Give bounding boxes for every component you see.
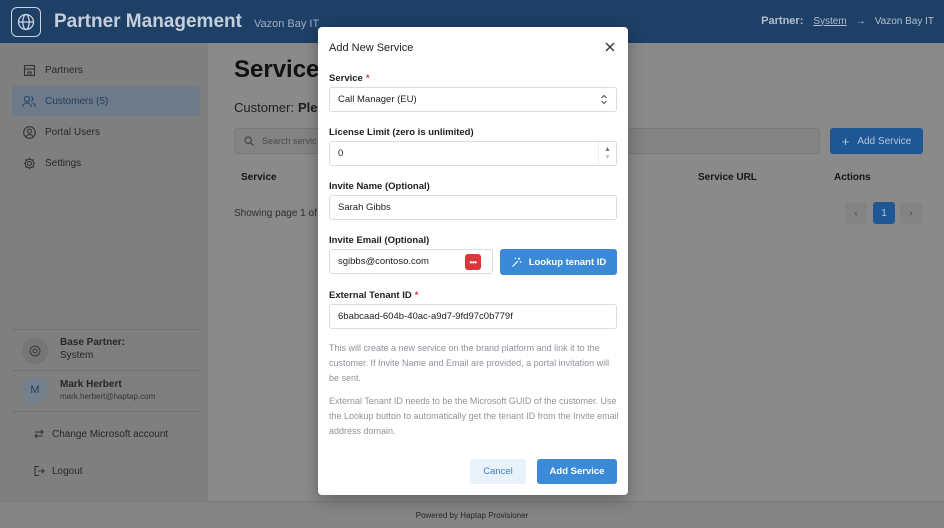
sidebar: Partners Customers (5) Portal Users Sett… — [0, 43, 208, 501]
dialog-title: Add New Service — [329, 42, 414, 54]
chevron-updown-icon — [600, 94, 608, 105]
help-text-tenant: External Tenant ID needs to be the Micro… — [329, 396, 619, 436]
prev-page-button[interactable]: ‹ — [845, 202, 867, 224]
password-manager-icon[interactable]: ••• — [465, 254, 481, 270]
footer: Powered by Haptap Provisioner — [0, 501, 944, 528]
breadcrumb-arrow-icon: → — [855, 15, 866, 27]
magic-wand-icon — [511, 257, 522, 268]
target-icon — [22, 338, 48, 364]
partner-current: Vazon Bay IT — [874, 15, 934, 27]
column-header-service-url[interactable]: Service URL — [698, 172, 757, 183]
page-1-button[interactable]: 1 — [873, 202, 895, 224]
cancel-button[interactable]: Cancel — [470, 459, 526, 484]
user-email: mark.herbert@haptap.com — [60, 392, 156, 401]
close-icon[interactable] — [604, 41, 616, 53]
app-subtitle: Vazon Bay IT — [253, 18, 320, 30]
tenant-id-input[interactable]: 6babcaad-604b-40ac-a9d7-9fd97c0b779f — [329, 304, 617, 329]
globe-icon[interactable] — [11, 6, 41, 37]
service-select[interactable]: Call Manager (EU) — [329, 87, 617, 112]
base-partner-label: Base Partner: — [60, 337, 126, 348]
required-marker: * — [365, 73, 370, 84]
invite-email-label: Invite Email (Optional) — [329, 235, 430, 246]
partner-label: Partner: — [761, 15, 804, 27]
tenant-id-label-text: External Tenant ID — [329, 290, 412, 301]
building-icon — [22, 63, 36, 77]
current-user: M Mark Herbert mark.herbert@haptap.com — [22, 377, 155, 403]
customer-value[interactable]: Ple — [298, 100, 318, 115]
sidebar-item-label: Partners — [45, 64, 83, 76]
add-service-submit-button[interactable]: Add Service — [537, 459, 617, 484]
add-service-label: Add Service — [857, 135, 912, 147]
change-account-link[interactable]: Change Microsoft account — [32, 427, 168, 441]
stepper-down-icon[interactable]: ▼ — [604, 154, 611, 162]
pagination-info: Showing page 1 of — [234, 208, 317, 219]
search-icon — [244, 136, 254, 146]
sidebar-divider — [12, 411, 200, 412]
logout-label: Logout — [52, 465, 83, 477]
service-label-text: Service — [329, 73, 363, 84]
page-title: Service — [234, 56, 320, 83]
license-limit-input[interactable]: 0 ▲ ▼ — [329, 141, 617, 166]
partner-system-link[interactable]: System — [813, 16, 846, 27]
footer-text: Powered by Haptap Provisioner — [415, 510, 529, 520]
users-icon — [22, 94, 36, 108]
license-limit-label: License Limit (zero is unlimited) — [329, 127, 474, 138]
app-title: Partner Management — [54, 10, 242, 32]
invite-email-value: sgibbs@contoso.com — [338, 256, 429, 267]
sidebar-item-label: Settings — [45, 157, 82, 169]
logout-icon — [32, 464, 46, 478]
number-stepper[interactable]: ▲ ▼ — [598, 142, 616, 165]
plus-icon: + — [841, 133, 850, 149]
search-placeholder: Search servic — [262, 136, 317, 146]
lookup-tenant-button[interactable]: Lookup tenant ID — [500, 249, 617, 275]
sidebar-item-customers[interactable]: Customers (5) — [12, 86, 200, 116]
required-marker: * — [414, 290, 419, 301]
sidebar-item-label: Customers (5) — [45, 95, 109, 107]
base-partner-value: System — [60, 350, 94, 361]
license-limit-value: 0 — [338, 148, 344, 159]
tenant-id-value: 6babcaad-604b-40ac-a9d7-9fd97c0b779f — [338, 311, 513, 322]
sidebar-divider — [12, 329, 200, 330]
service-field-label: Service * — [329, 73, 370, 84]
stepper-up-icon[interactable]: ▲ — [604, 146, 611, 154]
tenant-id-field-label: External Tenant ID * — [329, 290, 418, 301]
change-account-label: Change Microsoft account — [52, 428, 169, 440]
lookup-tenant-label: Lookup tenant ID — [528, 256, 607, 268]
partner-breadcrumb: Partner: System → Vazon Bay IT — [761, 15, 934, 27]
sidebar-item-settings[interactable]: Settings — [12, 148, 200, 178]
column-header-actions: Actions — [834, 172, 871, 183]
sidebar-item-portal-users[interactable]: Portal Users — [12, 117, 200, 147]
add-service-button[interactable]: + Add Service — [830, 128, 923, 154]
customer-selector: Customer: Ple — [234, 100, 317, 115]
invite-email-input[interactable]: sgibbs@contoso.com ••• — [329, 249, 493, 274]
user-name: Mark Herbert — [60, 379, 122, 390]
customer-label: Customer: — [234, 100, 294, 115]
user-circle-icon — [22, 125, 36, 139]
swap-icon — [32, 427, 46, 441]
column-header-service[interactable]: Service — [241, 172, 277, 183]
invite-name-value: Sarah Gibbs — [338, 202, 391, 213]
invite-name-label: Invite Name (Optional) — [329, 181, 430, 192]
sidebar-item-partners[interactable]: Partners — [12, 55, 200, 85]
sidebar-divider — [12, 370, 200, 371]
base-partner: Base Partner: System — [22, 337, 125, 364]
logout-link[interactable]: Logout — [32, 464, 83, 478]
invite-name-input[interactable]: Sarah Gibbs — [329, 195, 617, 220]
sidebar-item-label: Portal Users — [45, 126, 101, 138]
avatar: M — [22, 377, 48, 403]
service-select-value: Call Manager (EU) — [338, 94, 417, 105]
next-page-button[interactable]: › — [900, 202, 922, 224]
add-service-dialog: Add New Service Service * Call Manager (E… — [318, 27, 628, 495]
gear-icon — [22, 156, 36, 170]
help-text-create: This will create a new service on the br… — [329, 343, 610, 383]
